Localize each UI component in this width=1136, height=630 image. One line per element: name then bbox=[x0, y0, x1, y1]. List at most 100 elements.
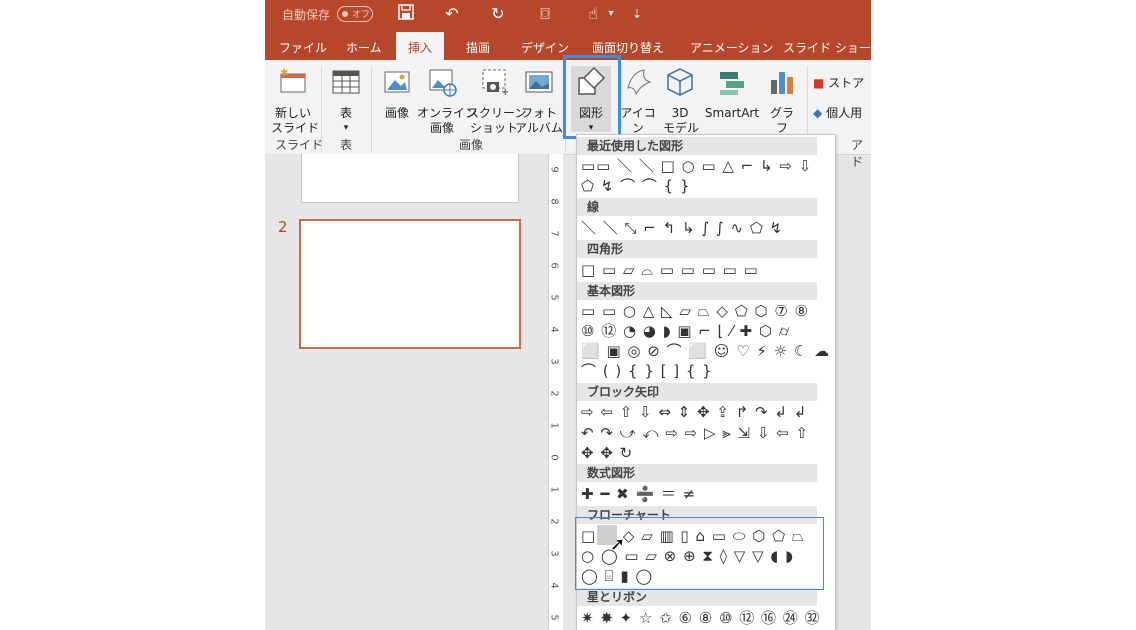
shape-row[interactable]: ▭ ▭ ○ △ ◺ ▱ ⏢ ◇ ⬠ ⬡ ⑦ ⑧ bbox=[581, 302, 809, 320]
ruler-number: 0 bbox=[548, 454, 560, 461]
table-button[interactable]: 表 ▾ bbox=[329, 66, 363, 136]
svg-text:✱: ✱ bbox=[280, 68, 288, 79]
save-icon[interactable] bbox=[396, 4, 416, 24]
title-bar: 自動保存 オフ ↶ ↻ ⌼ ☝ ▾ ⇣ bbox=[265, 0, 871, 30]
photo-album-icon bbox=[525, 71, 553, 93]
toggle-dot bbox=[342, 11, 348, 17]
tab-draw[interactable]: 描画 bbox=[466, 39, 490, 56]
ruler-number: 6 bbox=[548, 262, 560, 269]
screenshot-label: スクリーン ショット bbox=[467, 106, 527, 135]
shape-row[interactable]: ▭▭ ＼ ＼ □ ○ ▭ △ ⌐ ↳ ⇨ ⇩ bbox=[581, 157, 812, 175]
ruler-number: 4 bbox=[548, 326, 560, 333]
personal-addins-button[interactable]: ◆ 個人用 bbox=[813, 106, 862, 121]
chevron-down-icon[interactable]: ▾ bbox=[601, 4, 621, 24]
ruler-number: 2 bbox=[548, 390, 560, 397]
screenshot-button[interactable]: + スクリーン ショット bbox=[467, 66, 527, 136]
tab-animations[interactable]: アニメーション bbox=[690, 39, 774, 56]
store-icon: ■ bbox=[813, 76, 825, 90]
tab-file[interactable]: ファイル bbox=[279, 39, 327, 56]
slide-thumbnail-2[interactable] bbox=[299, 219, 521, 349]
ruler-number: 8 bbox=[548, 198, 560, 205]
chart-icon bbox=[771, 72, 793, 94]
ruler-number: 1 bbox=[548, 486, 560, 493]
image-button[interactable]: 画像 bbox=[379, 66, 415, 121]
new-slide-icon: ✱ bbox=[280, 68, 306, 93]
group-separator bbox=[371, 66, 372, 152]
shape-row[interactable]: ✷ ✸ ✦ ☆ ✩ ⑥ ⑧ ⑩ ⑫ ⑯ ㉔ ㉜ bbox=[581, 609, 821, 627]
table-icon bbox=[332, 70, 360, 94]
shape-row[interactable]: □ ▭ ▱ ⌓ ▭ ▭ ▭ ▭ ▭ bbox=[581, 261, 759, 279]
icons-label: アイコン bbox=[620, 106, 656, 135]
image-icon bbox=[384, 71, 410, 93]
shape-row[interactable]: ＼ ＼ ⤡ ⌐ ↰ ↳ ∫ ∫ ∿ ⬠ ↯ bbox=[581, 219, 783, 237]
smartart-button[interactable]: SmartArt bbox=[701, 66, 763, 121]
shape-row[interactable]: ⌒ ( ) { } [ ] { } bbox=[581, 362, 713, 380]
store-label: ストア bbox=[828, 76, 865, 90]
presentation-icon[interactable]: ⌼ bbox=[535, 4, 555, 24]
tab-home[interactable]: ホーム bbox=[346, 39, 382, 56]
touch-mode-icon[interactable]: ☝ bbox=[583, 4, 603, 24]
tab-transitions[interactable]: 画面切り替え bbox=[592, 39, 664, 56]
autosave-toggle[interactable]: オフ bbox=[337, 6, 373, 22]
ruler-number: 5 bbox=[548, 294, 560, 301]
slide-thumbnail-pane: 2 bbox=[265, 154, 547, 630]
section-rectangles: 四角形 bbox=[577, 240, 817, 258]
addin-icon: ◆ bbox=[813, 106, 823, 120]
image-label: 画像 bbox=[384, 106, 409, 120]
ruler-number: 9 bbox=[548, 166, 560, 173]
powerpoint-window: 自動保存 オフ ↶ ↻ ⌼ ☝ ▾ ⇣ ファイル ホーム 挿入 描画 デザイン … bbox=[265, 0, 871, 630]
ruler-number: 1 bbox=[548, 422, 560, 429]
section-lines: 線 bbox=[577, 198, 817, 216]
section-equation-shapes: 数式図形 bbox=[577, 464, 817, 482]
tab-insert[interactable]: 挿入 bbox=[396, 32, 445, 60]
customize-icon[interactable]: ⇣ bbox=[627, 4, 647, 24]
redo-icon[interactable]: ↻ bbox=[488, 4, 508, 24]
icons-button[interactable]: アイコン bbox=[615, 66, 661, 136]
group-label-addins: アド bbox=[851, 138, 864, 169]
svg-text:+: + bbox=[501, 87, 509, 98]
ruler-number: 3 bbox=[548, 358, 560, 365]
3d-model-button[interactable]: 3D モデル bbox=[663, 66, 699, 136]
new-slide-button[interactable]: ✱ 新しい スライド bbox=[271, 66, 319, 136]
shape-row[interactable]: ⑩ ⑫ ◔ ◕ ◗ ▣ ⌐ ⌊ ⁄ ✚ ⬡ ⌭ bbox=[581, 322, 791, 340]
group-label-image: 画像 bbox=[459, 138, 484, 152]
chevron-down-icon: ▾ bbox=[343, 123, 349, 133]
table-label: 表 bbox=[339, 106, 352, 120]
shape-row[interactable]: ↶ ↷ ⤻ ⤺ ⇨ ⇨ ▷ ⪢ ⇲ ⇩ ⇦ ⇧ bbox=[581, 424, 809, 442]
toggle-label: オフ bbox=[352, 10, 371, 20]
online-image-icon bbox=[429, 69, 457, 97]
cube-icon bbox=[667, 68, 693, 96]
smartart-label: SmartArt bbox=[704, 106, 760, 120]
undo-icon[interactable]: ↶ bbox=[442, 4, 462, 24]
photo-album-label: フォト アルバム bbox=[515, 106, 563, 135]
smartart-icon bbox=[720, 72, 744, 95]
section-basic-shapes: 基本図形 bbox=[577, 282, 817, 300]
chart-button[interactable]: グラフ bbox=[765, 66, 799, 136]
store-button[interactable]: ■ ストア bbox=[813, 76, 864, 91]
shapes-highlight-box bbox=[563, 55, 621, 139]
shape-row[interactable]: ✥ ✥ ↻ bbox=[581, 444, 633, 462]
slide-number: 2 bbox=[278, 218, 288, 236]
online-image-button[interactable]: オンライン 画像 bbox=[417, 66, 477, 136]
ruler-number: 5 bbox=[548, 614, 560, 621]
shape-row[interactable]: ⬠ ↯ ⌒ ⌒ { } bbox=[581, 177, 691, 195]
slide-thumbnail-1[interactable] bbox=[301, 154, 519, 203]
shape-row[interactable]: ⇨ ⇦ ⇧ ⇩ ⇔ ⇕ ✥ ⇪ ↱ ↷ ↲ ↲ bbox=[581, 403, 807, 421]
ruler-number: 3 bbox=[548, 550, 560, 557]
ruler-number: 2 bbox=[548, 518, 560, 525]
group-label-slides: スライド bbox=[275, 138, 324, 152]
tab-slideshow[interactable]: スライド ショー bbox=[783, 39, 871, 56]
screenshot-icon: + bbox=[482, 69, 509, 98]
ruler-number: 7 bbox=[548, 230, 560, 237]
group-label-table: 表 bbox=[340, 138, 353, 152]
shape-row[interactable]: ⬜ ▣ ◎ ⊘ ⌒ ⬜ ☺ ♡ ⚡ ☼ ☾ ☁ bbox=[581, 342, 830, 360]
shape-row[interactable]: ✚ ━ ✖ ➗ ＝ ≠ bbox=[581, 485, 696, 503]
photo-album-button[interactable]: フォト アルバム bbox=[515, 66, 563, 136]
tab-design[interactable]: デザイン bbox=[521, 39, 569, 56]
icons-icon bbox=[627, 69, 652, 96]
personal-label: 個人用 bbox=[826, 106, 863, 120]
autosave-label: 自動保存 bbox=[282, 8, 331, 22]
section-block-arrows: ブロック矢印 bbox=[577, 383, 817, 401]
section-stars-banners: 星とリボン bbox=[577, 588, 817, 606]
mouse-cursor-icon: ➚ bbox=[610, 534, 626, 555]
